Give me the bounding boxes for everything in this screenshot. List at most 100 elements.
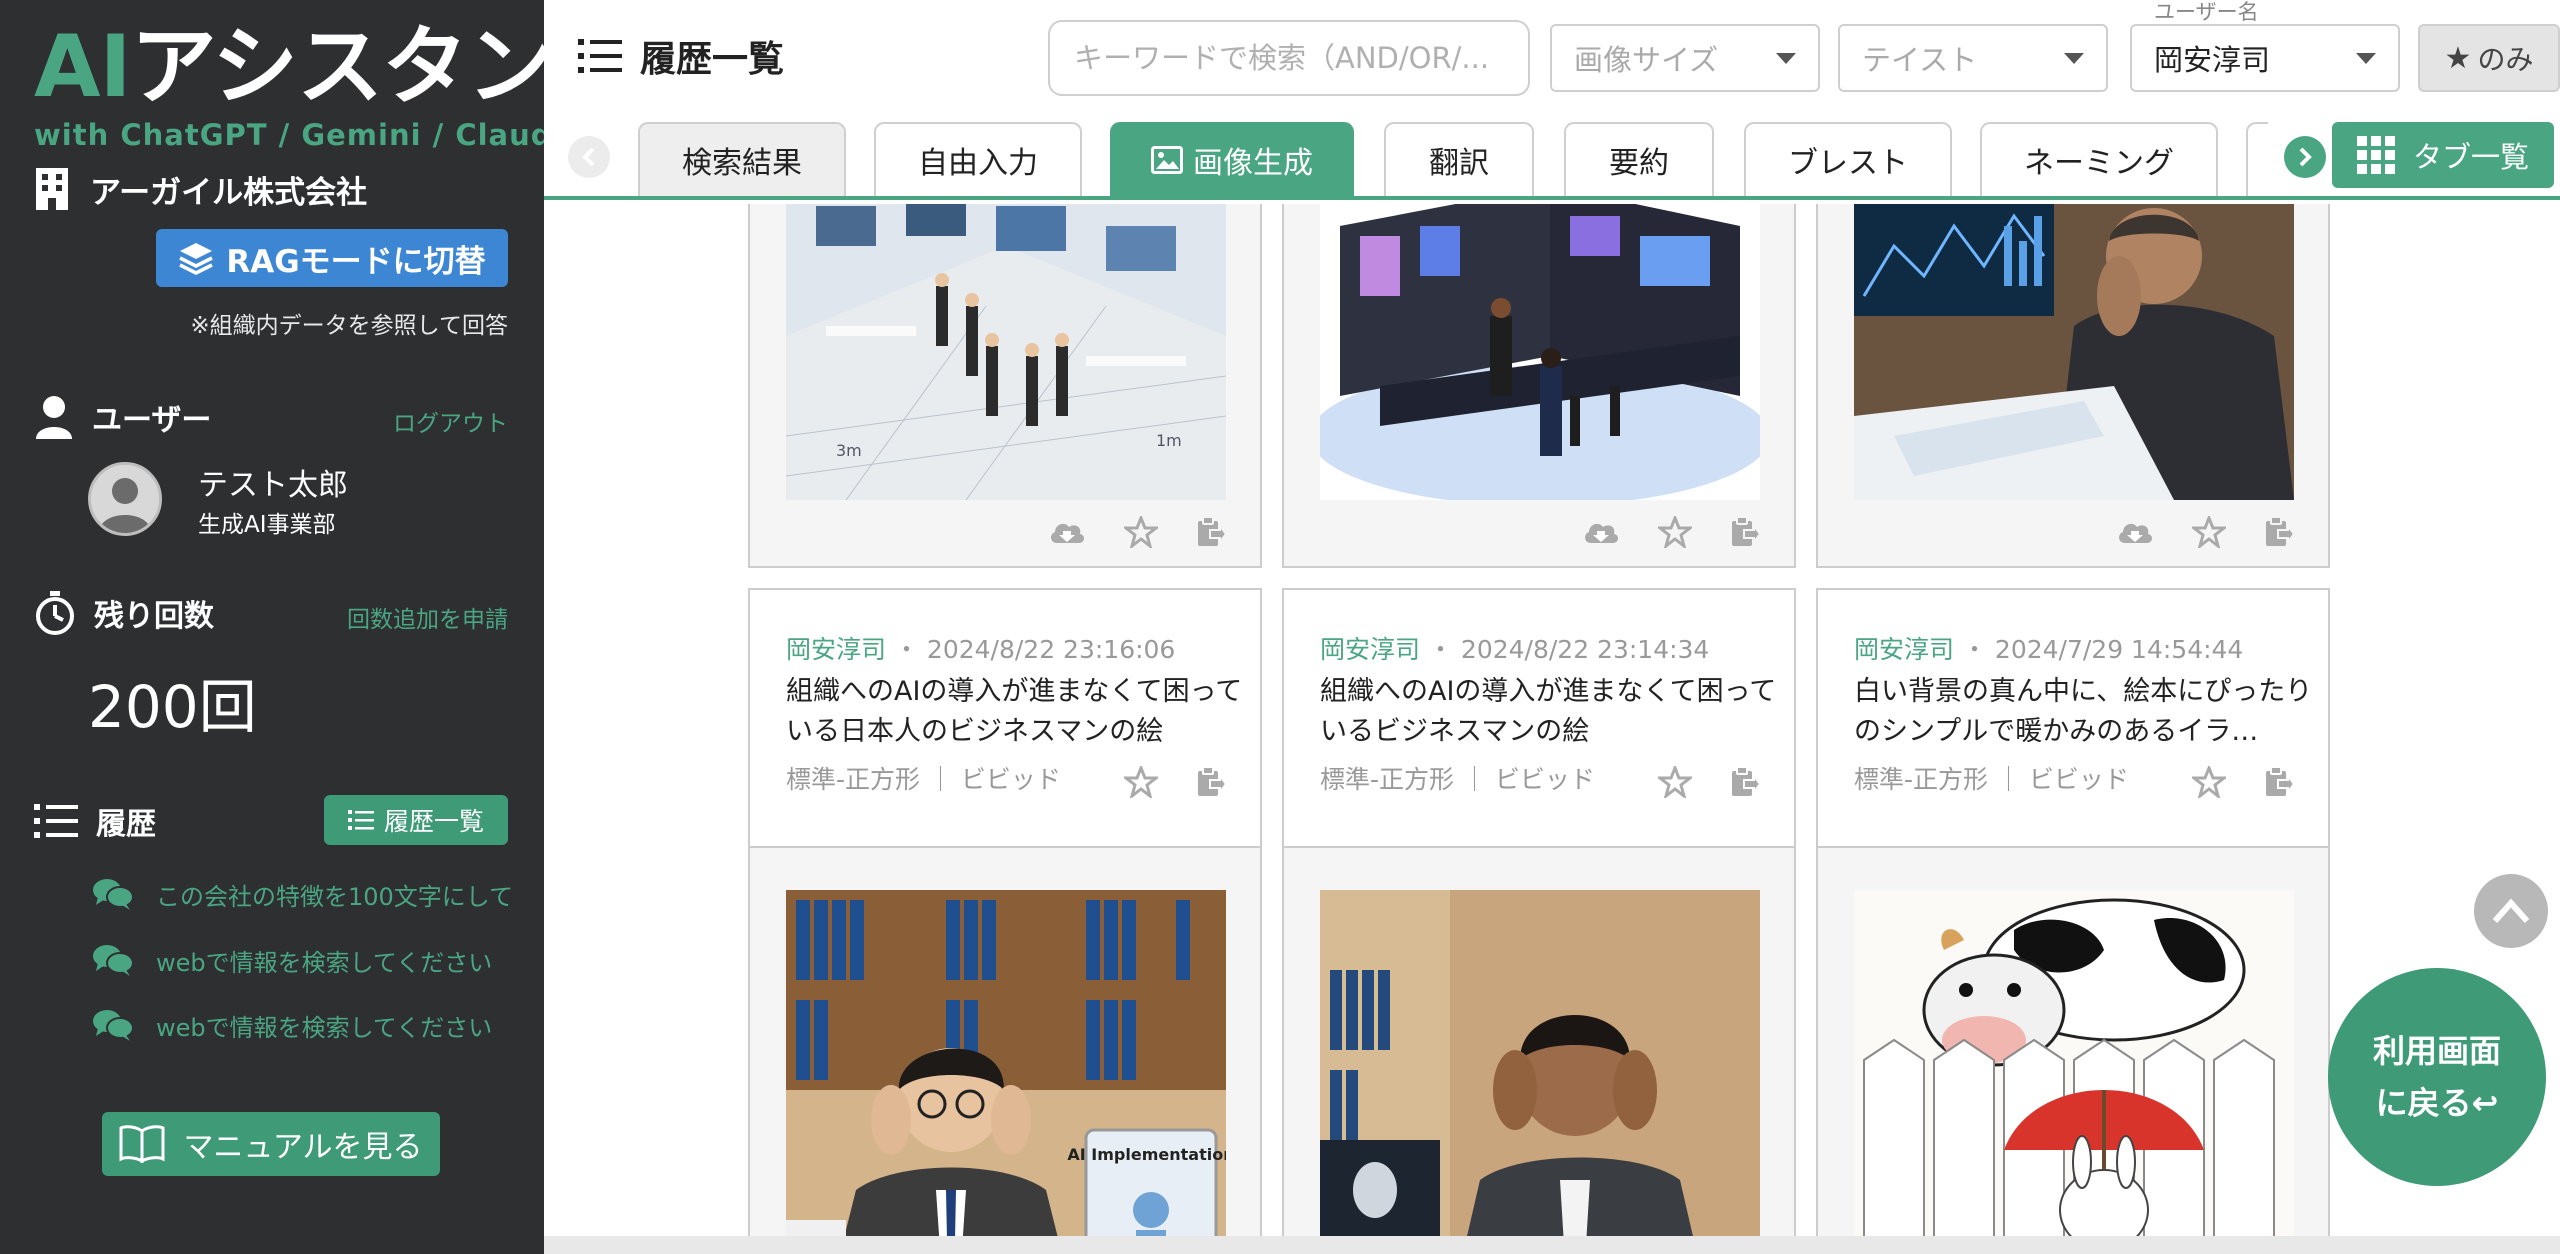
history-item[interactable]: この会社の特徴を100文字にして xyxy=(92,874,513,914)
stopwatch-icon xyxy=(36,591,74,635)
copy-to-input-icon[interactable] xyxy=(2264,516,2294,548)
remaining-section-title: 残り回数 xyxy=(34,588,214,638)
image-card[interactable]: 3m 1m xyxy=(748,204,1262,568)
top-header: 履歴一覧 画像サイズ テイスト ユーザー名 岡安淳司 ★ のみ 検索結果 自由入… xyxy=(544,0,2560,200)
favorites-only-toggle[interactable]: ★ のみ xyxy=(2418,24,2560,92)
building-icon xyxy=(36,168,68,210)
user-department: 生成AI事業部 xyxy=(198,512,336,538)
bottom-strip xyxy=(544,1236,2560,1254)
card-actions xyxy=(1582,516,1760,548)
history-card[interactable]: 岡安淳司 ・ 2024/7/29 14:54:44 白い背景の真ん中に、絵本にぴ… xyxy=(1816,588,2330,1254)
chevron-down-icon xyxy=(2356,52,2376,64)
history-grid: 3m 1m 岡安淳司 ・ 2024/8/22 23:16:06 組織へのAIの導… xyxy=(544,204,2560,1254)
user-select-label: ユーザー名 xyxy=(2154,0,2259,24)
user-section-title: ユーザー xyxy=(34,392,211,442)
star-outline-icon[interactable] xyxy=(1658,766,1692,798)
tab-search-results[interactable]: 検索結果 xyxy=(638,122,846,196)
page-title: 履歴一覧 xyxy=(578,30,784,82)
image-card[interactable] xyxy=(1282,204,1796,568)
generated-image-thumbnail[interactable] xyxy=(1854,890,2294,1254)
card-tags: 標準-正方形 ｜ ビビッド xyxy=(1320,765,1595,794)
star-outline-icon[interactable] xyxy=(1124,516,1158,548)
history-item[interactable]: webで情報を検索してください xyxy=(92,1005,492,1045)
company-name: アーガイル株式会社 xyxy=(34,166,367,212)
card-actions xyxy=(2116,516,2294,548)
generated-image-thumbnail[interactable]: AI Implementation xyxy=(786,890,1226,1254)
card-actions xyxy=(1658,766,1760,798)
history-item[interactable]: webで情報を検索してください xyxy=(92,940,492,980)
svg-text:3m: 3m xyxy=(836,441,862,460)
card-meta: 岡安淳司 ・ 2024/8/22 23:16:06 xyxy=(786,635,1176,664)
chat-bubbles-icon xyxy=(93,945,134,976)
book-icon xyxy=(119,1125,165,1163)
tabs-prev-button[interactable] xyxy=(568,136,610,178)
generated-image-thumbnail[interactable]: 3m 1m xyxy=(786,204,1226,500)
list-icon xyxy=(34,804,78,838)
copy-to-input-icon[interactable] xyxy=(1730,766,1760,798)
remaining-count: 200回 xyxy=(88,673,257,741)
request-more-link[interactable]: 回数追加を申請 xyxy=(347,600,508,634)
tab-naming[interactable]: ネーミング xyxy=(1980,122,2218,196)
copy-to-input-icon[interactable] xyxy=(1196,766,1226,798)
image-card[interactable] xyxy=(1816,204,2330,568)
star-outline-icon[interactable] xyxy=(2192,516,2226,548)
svg-text:AI Implementation: AI Implementation xyxy=(1067,1145,1226,1164)
star-outline-icon[interactable] xyxy=(1658,516,1692,548)
card-tags: 標準-正方形 ｜ ビビッド xyxy=(1854,765,2129,794)
chevron-up-icon xyxy=(2492,898,2530,923)
search-input[interactable] xyxy=(1048,20,1530,96)
copy-to-input-icon[interactable] xyxy=(1730,516,1760,548)
image-size-select[interactable]: 画像サイズ xyxy=(1550,24,1820,92)
grid-icon xyxy=(2356,136,2395,174)
cloud-download-icon[interactable] xyxy=(2116,517,2154,547)
history-card[interactable]: 岡安淳司 ・ 2024/8/22 23:14:34 組織へのAIの導入が進まなく… xyxy=(1282,588,1796,1254)
taste-select[interactable]: テイスト xyxy=(1838,24,2108,92)
back-to-main-button[interactable]: 利用画面 に戻る↩ xyxy=(2328,968,2546,1186)
generated-image-thumbnail[interactable] xyxy=(1320,204,1760,500)
tab-translate[interactable]: 翻訳 xyxy=(1384,122,1534,196)
tab-brainstorm[interactable]: ブレスト xyxy=(1744,122,1952,196)
rag-mode-button[interactable]: RAGモードに切替 xyxy=(156,229,508,287)
sidebar: AIアシスタント with ChatGPT / Gemini / Claude … xyxy=(0,0,638,1254)
tab-image-generation[interactable]: 画像生成 xyxy=(1110,122,1354,196)
card-actions xyxy=(1124,766,1226,798)
stressed-businessman-image xyxy=(1854,204,2294,500)
copy-to-input-icon[interactable] xyxy=(2264,766,2294,798)
businessman-head-in-hands-image xyxy=(1320,890,1760,1254)
tab-free-input[interactable]: 自由入力 xyxy=(874,122,1082,196)
user-select[interactable]: 岡安淳司 xyxy=(2130,24,2400,92)
image-icon xyxy=(1151,146,1183,174)
card-prompt: 組織へのAIの導入が進まなくて困っているビジネスマンの絵 xyxy=(1320,676,1777,747)
card-prompt: 組織へのAIの導入が進まなくて困っている日本人のビジネスマンの絵 xyxy=(786,676,1243,747)
rag-note: ※組織内データを参照して回答 xyxy=(190,313,508,339)
chevron-down-icon xyxy=(1776,52,1796,64)
history-card[interactable]: 岡安淳司 ・ 2024/8/22 23:16:06 組織へのAIの導入が進まなく… xyxy=(748,588,1262,1254)
user-icon xyxy=(36,396,72,439)
svg-text:1m: 1m xyxy=(1156,431,1182,450)
history-list-button[interactable]: 履歴一覧 xyxy=(324,795,508,845)
japanese-businessman-image: AI Implementation xyxy=(786,890,1226,1254)
generated-image-thumbnail[interactable] xyxy=(1854,204,2294,500)
tab-summary[interactable]: 要約 xyxy=(1564,122,1714,196)
chevron-left-icon xyxy=(582,147,595,167)
star-outline-icon[interactable] xyxy=(2192,766,2226,798)
star-icon: ★ xyxy=(2444,40,2472,76)
tab-overflow[interactable] xyxy=(2246,122,2268,196)
chevron-down-icon xyxy=(2064,52,2084,64)
generated-image-thumbnail[interactable] xyxy=(1320,890,1760,1254)
card-actions xyxy=(2192,766,2294,798)
avatar xyxy=(88,462,162,536)
default-avatar-icon xyxy=(91,465,159,533)
chevron-right-icon xyxy=(2299,147,2312,167)
scroll-to-top-button[interactable] xyxy=(2474,874,2548,948)
star-outline-icon[interactable] xyxy=(1124,766,1158,798)
cloud-download-icon[interactable] xyxy=(1582,517,1620,547)
card-meta: 岡安淳司 ・ 2024/7/29 14:54:44 xyxy=(1854,635,2244,664)
cloud-download-icon[interactable] xyxy=(1048,517,1086,547)
manual-button[interactable]: マニュアルを見る xyxy=(102,1112,440,1176)
app-logo-subtitle: with ChatGPT / Gemini / Claude xyxy=(34,118,574,152)
logout-link[interactable]: ログアウト xyxy=(393,404,508,438)
copy-to-input-icon[interactable] xyxy=(1196,516,1226,548)
tabs-next-button[interactable] xyxy=(2284,136,2326,178)
tab-list-button[interactable]: タブ一覧 xyxy=(2332,122,2554,188)
